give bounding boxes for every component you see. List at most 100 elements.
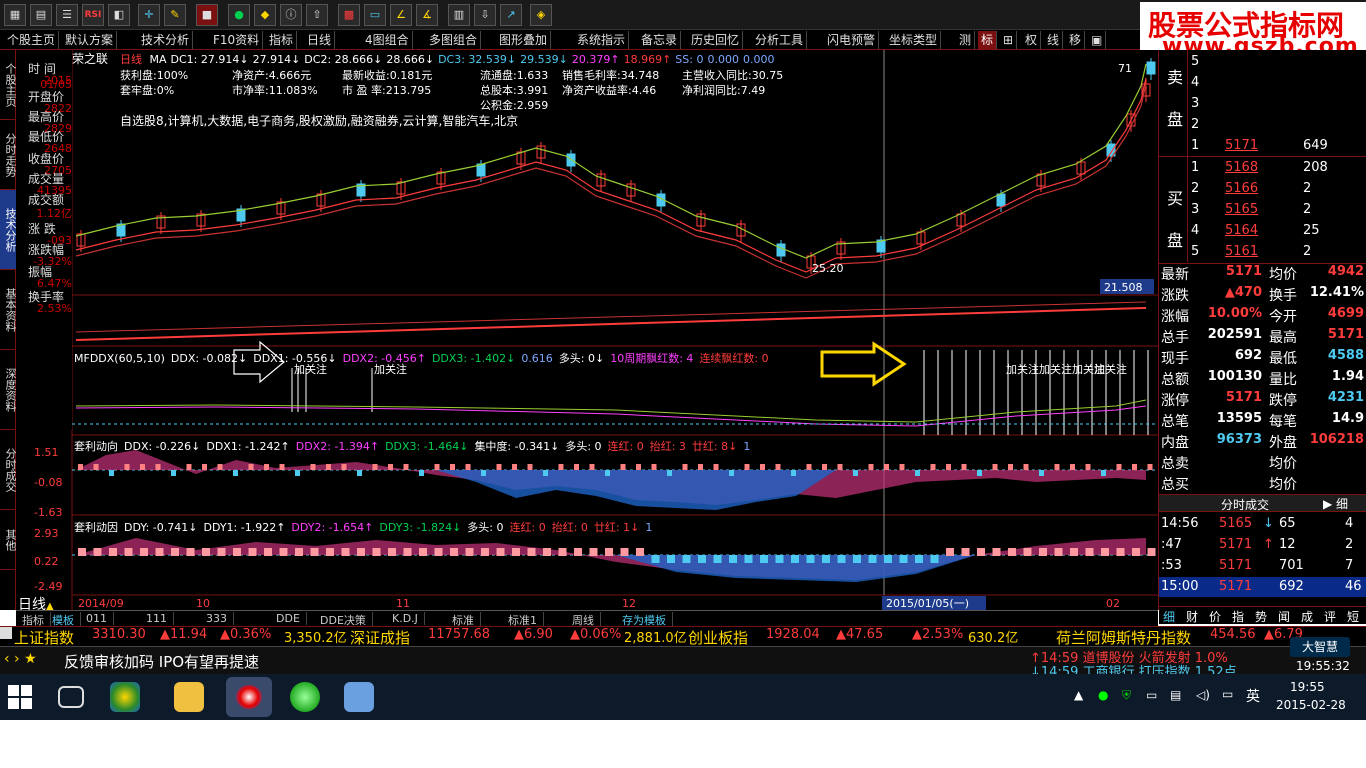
browser-icon[interactable]	[290, 682, 320, 712]
template-tab-7[interactable]: K.D.J	[386, 612, 425, 625]
taskbar-date[interactable]: 2015-02-28	[1276, 698, 1346, 712]
angle2-icon[interactable]: ∡	[416, 4, 438, 26]
menu-item-10[interactable]: 备忘录	[638, 31, 682, 49]
diamond-icon[interactable]: ◆	[254, 4, 276, 26]
quote-tab-5[interactable]: 闻	[1278, 608, 1290, 625]
quote-tab-3[interactable]: 指	[1232, 608, 1244, 625]
quote-tab-1[interactable]: 财	[1186, 608, 1198, 625]
window-icon[interactable]: ▦	[4, 4, 26, 26]
template-tab-3[interactable]: 111	[140, 612, 174, 625]
buy-p-0[interactable]: 5168	[1225, 160, 1258, 175]
left-nav-item-1[interactable]: 分时走势	[0, 120, 17, 190]
index-2-amt: 630.2亿	[968, 631, 1019, 646]
tray-shield-icon[interactable]: ⛨	[1122, 688, 1131, 703]
menu-item-0[interactable]: 个股主页	[4, 31, 60, 49]
menu-item-6[interactable]: 4图组合	[362, 31, 413, 49]
traffic-light-icon[interactable]: ●	[228, 4, 250, 26]
menu-item-9[interactable]: 系统指示	[574, 31, 630, 49]
menu-item-19[interactable]: 线	[1044, 31, 1064, 49]
tlyy-bar-49	[837, 555, 846, 563]
sell-p-4[interactable]: 5171	[1225, 138, 1258, 153]
template-tab-5[interactable]: DDE	[270, 612, 307, 625]
buy-p-3[interactable]: 5164	[1225, 223, 1258, 238]
menu-item-7[interactable]: 多图组合	[426, 31, 482, 49]
tray-network-icon[interactable]: ●	[1098, 688, 1108, 702]
quote-stat-7-1: 13595	[1216, 411, 1262, 426]
chart-red-icon[interactable]: ▩	[338, 4, 360, 26]
menu-item-2[interactable]: 技术分析	[138, 31, 194, 49]
quote-tab-2[interactable]: 价	[1209, 608, 1221, 625]
menu-item-8[interactable]: 图形叠加	[496, 31, 552, 49]
quote-tab-4[interactable]: 势	[1255, 608, 1267, 625]
app-colorball-icon[interactable]	[110, 682, 140, 712]
left-nav-item-5[interactable]: 分时成交	[0, 430, 17, 510]
index-3-name[interactable]: 荷兰阿姆斯特丹指数	[1056, 627, 1191, 648]
tick-dir-0: ↓	[1263, 516, 1274, 531]
crosshair-icon[interactable]: ✛	[138, 4, 160, 26]
help-icon[interactable]: ◈	[530, 4, 552, 26]
tray-monitor-icon[interactable]: ▭	[1146, 688, 1157, 702]
quote-tab-0[interactable]: 细	[1163, 608, 1175, 625]
stop-icon[interactable]: ■	[196, 4, 218, 26]
info-icon[interactable]: ⓘ	[280, 4, 302, 26]
quote-tab-6[interactable]: 成	[1301, 608, 1313, 625]
menu-item-20[interactable]: 移	[1066, 31, 1086, 49]
panel-icon[interactable]: ◧	[108, 4, 130, 26]
tray-message-icon[interactable]: ▭	[1222, 687, 1233, 701]
quote-stat-1-1: ▲470	[1224, 285, 1262, 300]
angle-icon[interactable]: ∠	[390, 4, 412, 26]
mail-icon[interactable]	[0, 627, 12, 639]
buy-p-4[interactable]: 5161	[1225, 244, 1258, 259]
ime-indicator[interactable]: 英	[1246, 686, 1260, 706]
left-nav-item-0[interactable]: 个股主页	[0, 50, 17, 120]
monitor-icon[interactable]: ▭	[364, 4, 386, 26]
index-0-name[interactable]: 上证指数	[14, 627, 74, 648]
menu-item-5[interactable]: 日线	[304, 31, 336, 49]
buy-p-1[interactable]: 5166	[1225, 181, 1258, 196]
quote-tab-7[interactable]: 评	[1324, 608, 1336, 625]
index-2-name[interactable]: 创业板指	[688, 627, 748, 648]
menu-item-1[interactable]: 默认方案	[62, 31, 118, 49]
menu-item-17[interactable]: ⊞	[1000, 31, 1018, 49]
calendar-icon[interactable]: ▥	[448, 4, 470, 26]
tray-chevron-icon[interactable]: ▲	[1074, 688, 1083, 702]
file-explorer-icon[interactable]	[174, 682, 204, 712]
left-nav-item-4[interactable]: 深度资料	[0, 350, 17, 430]
ticks-expand-icon[interactable]: ▶ 细	[1323, 495, 1348, 512]
task-view-icon[interactable]	[58, 686, 84, 708]
menu-item-3[interactable]: F10资料	[210, 31, 264, 49]
nav-arrows-icon[interactable]: ‹ › ★	[4, 651, 37, 667]
menu-item-12[interactable]: 分析工具	[752, 31, 808, 49]
template-tab-4[interactable]: 333	[200, 612, 234, 625]
buy-p-2[interactable]: 5165	[1225, 202, 1258, 217]
stock-app-icon[interactable]	[226, 677, 272, 717]
arrow-up-icon[interactable]: ⇧	[306, 4, 328, 26]
rsi-button[interactable]: RSI	[82, 4, 104, 26]
pen-icon[interactable]: ✎	[164, 4, 186, 26]
menu-item-11[interactable]: 历史回忆	[688, 31, 744, 49]
menu-item-4[interactable]: 指标	[266, 31, 298, 49]
menu-item-21[interactable]: ▣	[1088, 31, 1107, 49]
menu-item-14[interactable]: 坐标类型	[886, 31, 942, 49]
menu-item-15[interactable]: 测	[956, 31, 976, 49]
left-nav-item-3[interactable]: 基本资料	[0, 270, 17, 350]
template-tab-2[interactable]: 011	[80, 612, 114, 625]
list-icon[interactable]: ☰	[56, 4, 78, 26]
quote-tab-8[interactable]: 短	[1347, 608, 1359, 625]
taskbar-time[interactable]: 19:55	[1290, 680, 1325, 694]
index-1-name[interactable]: 深证成指	[350, 627, 410, 648]
tray-volume-icon[interactable]: ◁)	[1196, 688, 1210, 702]
news-headline[interactable]: 反馈审核加码 IPO有望再提速	[64, 651, 259, 672]
tray-network2-icon[interactable]: ▤	[1170, 688, 1181, 702]
menu-item-16[interactable]: 标	[978, 31, 998, 49]
windows-start-icon[interactable]	[8, 685, 32, 709]
download-icon[interactable]: ⇩	[474, 4, 496, 26]
left-nav-item-6[interactable]: 其他	[0, 510, 17, 570]
stats-icon[interactable]: ↗	[500, 4, 522, 26]
paint-icon[interactable]	[344, 682, 374, 712]
menu-item-13[interactable]: 闪电预警	[824, 31, 880, 49]
tlyy-bar-44	[760, 555, 768, 563]
left-nav-item-2[interactable]: 技术分析	[0, 190, 17, 270]
grid-icon[interactable]: ▤	[30, 4, 52, 26]
menu-item-18[interactable]: 权	[1022, 31, 1042, 49]
